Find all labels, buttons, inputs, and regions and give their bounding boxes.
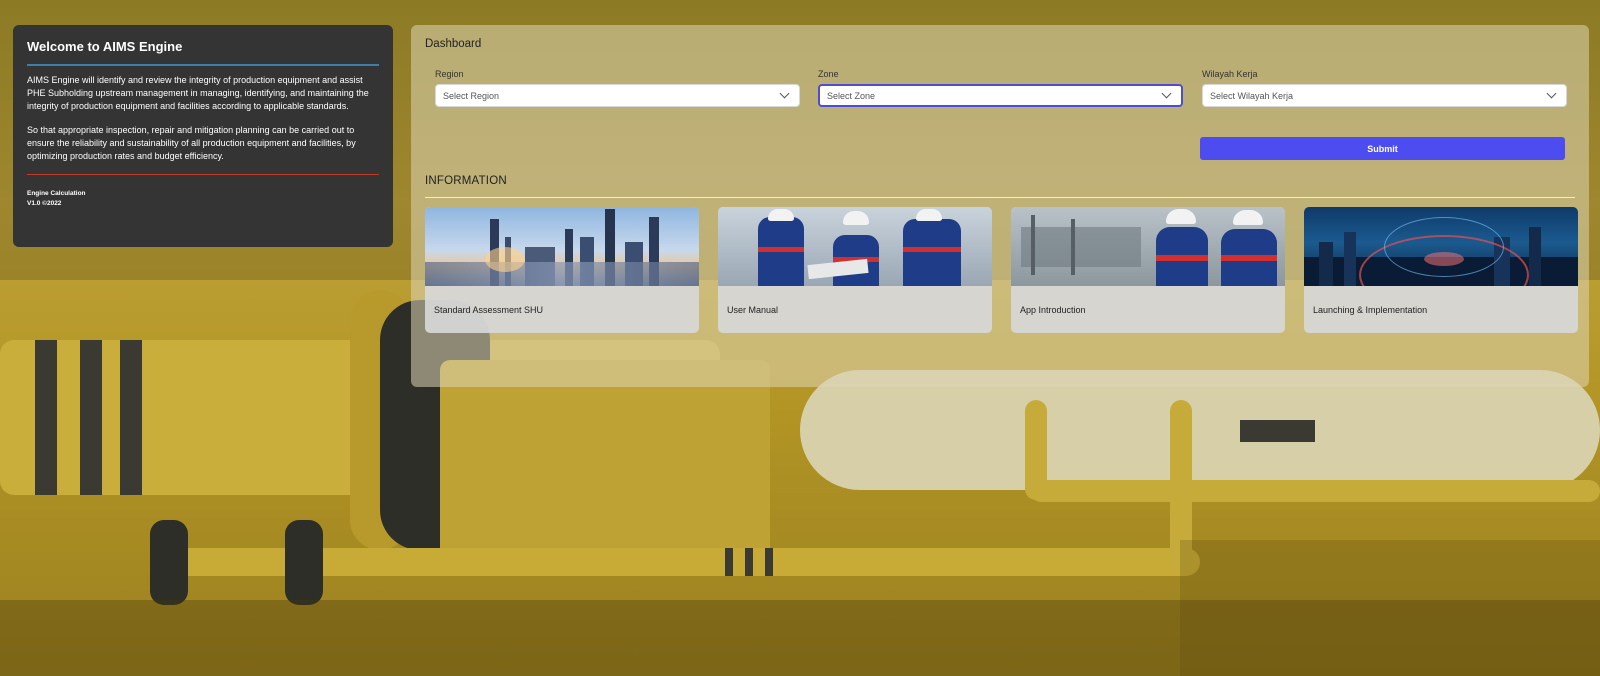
chevron-down-icon: [779, 88, 790, 99]
workers-image: [718, 207, 992, 286]
zone-select[interactable]: Select Zone: [818, 84, 1183, 107]
welcome-footer-divider: [27, 174, 379, 176]
information-heading: INFORMATION: [425, 175, 507, 187]
wilayah-kerja-select[interactable]: Select Wilayah Kerja: [1202, 84, 1567, 107]
wilayah-kerja-filter: Wilayah Kerja Select Wilayah Kerja: [1202, 69, 1567, 107]
card-standard-assessment[interactable]: Standard Assessment SHU: [425, 207, 699, 333]
zone-filter: Zone Select Zone: [818, 69, 1183, 107]
card-user-manual[interactable]: User Manual: [718, 207, 992, 333]
welcome-divider: [27, 64, 379, 66]
wilayah-kerja-placeholder: Select Wilayah Kerja: [1210, 90, 1294, 101]
region-placeholder: Select Region: [443, 90, 500, 101]
welcome-description-2: So that appropriate inspection, repair a…: [27, 125, 356, 162]
chevron-down-icon: [1161, 88, 1172, 99]
welcome-description: AIMS Engine will identify and review the…: [27, 75, 369, 112]
chevron-down-icon: [1546, 88, 1557, 99]
zone-placeholder: Select Zone: [827, 90, 876, 101]
welcome-panel: Welcome to AIMS Engine AIMS Engine will …: [13, 25, 393, 247]
card-label: Launching & Implementation: [1313, 305, 1428, 315]
card-app-introduction[interactable]: App Introduction: [1011, 207, 1285, 333]
card-label: App Introduction: [1020, 305, 1086, 315]
card-label: Standard Assessment SHU: [434, 305, 544, 315]
card-label: User Manual: [727, 305, 779, 315]
dashboard-panel: Dashboard Region Select Region Zone Sele…: [411, 25, 1589, 387]
information-divider: [425, 197, 1575, 198]
region-filter: Region Select Region: [435, 69, 800, 107]
version-label: V1.0 ©2022: [27, 199, 62, 207]
region-select[interactable]: Select Region: [435, 84, 800, 107]
filter-row: Region Select Region Zone Select Zone Wi…: [435, 69, 1567, 115]
city-network-image: [1304, 207, 1578, 286]
zone-label: Zone: [818, 69, 839, 79]
version-info: Engine Calculation V1.0 ©2022: [27, 189, 379, 208]
region-label: Region: [435, 69, 464, 79]
dashboard-title: Dashboard: [425, 38, 482, 50]
workers-plant-image: [1011, 207, 1285, 286]
refinery-image: [425, 207, 699, 286]
submit-button[interactable]: Submit: [1200, 137, 1565, 160]
wilayah-kerja-label: Wilayah Kerja: [1202, 69, 1258, 79]
welcome-title: Welcome to AIMS Engine: [27, 39, 183, 54]
card-launching-implementation[interactable]: Launching & Implementation: [1304, 207, 1578, 333]
engine-calculation-label: Engine Calculation: [27, 190, 86, 198]
